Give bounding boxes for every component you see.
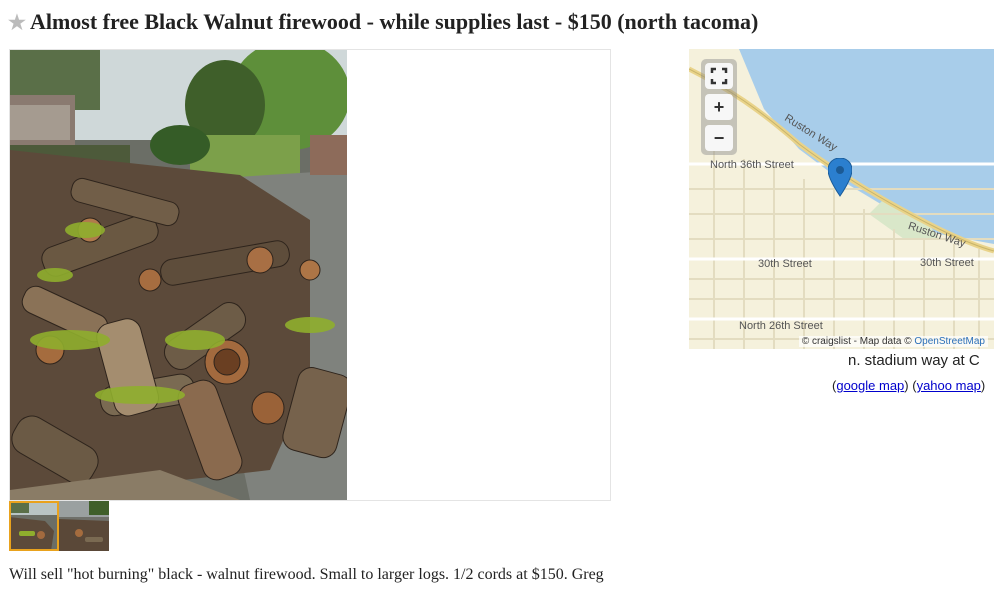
zoom-out-button[interactable]: − (705, 125, 733, 151)
map-links: (google map) (yahoo map) (832, 378, 986, 393)
image-gallery (9, 49, 611, 501)
map-label-30th-street-2: 30th Street (920, 257, 974, 269)
main-photo[interactable] (10, 50, 347, 500)
openstreetmap-link[interactable]: OpenStreetMap (914, 336, 985, 347)
fullscreen-icon[interactable] (705, 63, 733, 89)
posting-body: Will sell "hot burning" black - walnut f… (9, 566, 604, 583)
google-map-link[interactable]: google map (836, 378, 904, 393)
map-label-north-26th: North 26th Street (739, 320, 823, 332)
yahoo-map-link[interactable]: yahoo map (917, 378, 981, 393)
firewood-photo (10, 50, 347, 500)
posting-title: ★ Almost free Black Walnut firewood - whi… (8, 9, 758, 35)
map-attribution: © craigslist - Map data © OpenStreetMap (798, 336, 988, 347)
map-label-north-36th: North 36th Street (710, 159, 794, 171)
map-marker-icon[interactable] (828, 158, 852, 198)
map[interactable]: Ruston Way North 36th Street Ruston Way … (689, 49, 994, 349)
map-controls: + − (701, 59, 737, 155)
thumbnail-1[interactable] (9, 501, 59, 551)
map-label-30th-street: 30th Street (758, 258, 812, 270)
posting-title-text: Almost free Black Walnut firewood - whil… (29, 9, 759, 34)
thumbnail-2[interactable] (59, 501, 109, 551)
map-address: n. stadium way at C (848, 352, 980, 369)
star-icon[interactable]: ★ (8, 12, 26, 34)
zoom-in-button[interactable]: + (705, 94, 733, 120)
